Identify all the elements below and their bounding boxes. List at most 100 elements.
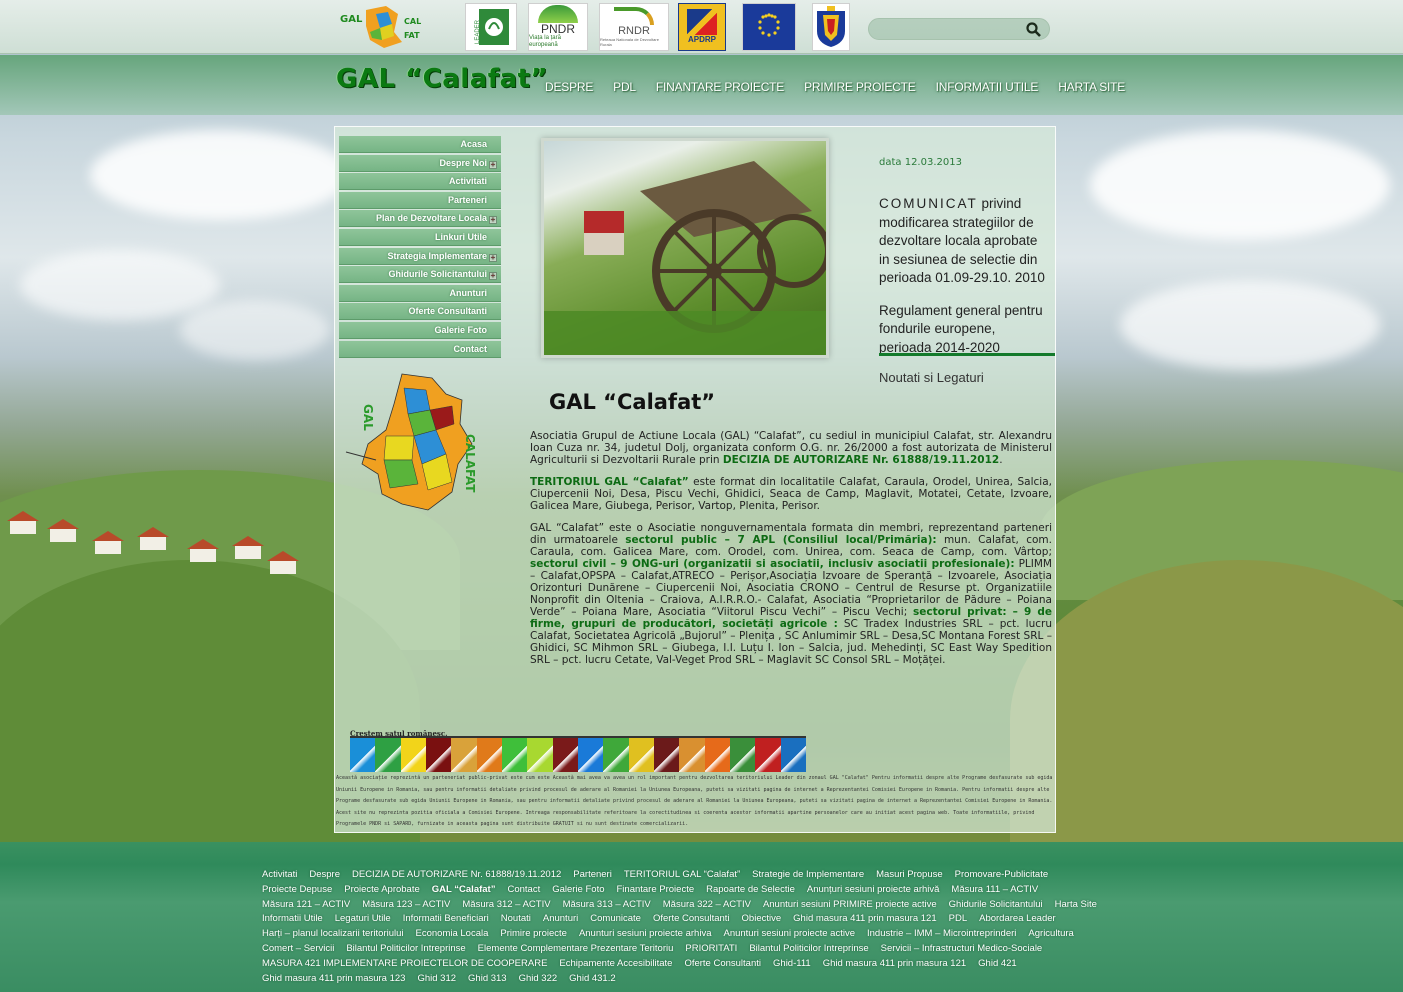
footer-link[interactable]: Noutati xyxy=(501,912,531,927)
footer-link[interactable]: Elemente Complementare Prezentare Terito… xyxy=(478,942,674,957)
footer-link[interactable]: Informatii Beneficiari xyxy=(403,912,489,927)
rndr-logo[interactable]: RNDR Reteaua Nationala de Dezvoltare Rur… xyxy=(599,3,669,51)
footer-link[interactable]: Activitati xyxy=(262,868,297,883)
sidebar-item-plan-dezvoltare[interactable]: Plan de Dezvoltare Locala + xyxy=(339,210,501,228)
footer-link[interactable]: Comunicate xyxy=(590,912,641,927)
footer-link[interactable]: Ghid 313 xyxy=(468,972,507,987)
nav-harta-site[interactable]: HARTA SITE xyxy=(1058,80,1125,94)
footer-link[interactable]: Măsura 123 – ACTIV xyxy=(362,898,450,913)
decision-link[interactable]: DECIZIA DE AUTORIZARE Nr. 61888/19.11.20… xyxy=(723,454,999,466)
footer-link[interactable]: Oferte Consultanti xyxy=(684,957,761,972)
footer-link[interactable]: Industrie – IMM – Microintreprinderi xyxy=(867,927,1016,942)
sidebar-item-activitati[interactable]: Activitati xyxy=(339,173,501,191)
footer-link[interactable]: TERITORIUL GAL “Calafat” xyxy=(624,868,740,883)
apdrp-logo[interactable]: APDRP xyxy=(678,3,726,51)
footer-link[interactable]: Anunturi sesiuni PRIMIRE proiecte active xyxy=(763,898,937,913)
sidebar-item-despre-noi[interactable]: Despre Noi + xyxy=(339,154,501,172)
nav-pdl[interactable]: PDL xyxy=(613,80,636,94)
footer-link[interactable]: Măsura 313 – ACTIV xyxy=(563,898,651,913)
footer-link[interactable]: Comert – Servicii xyxy=(262,942,334,957)
footer-link[interactable]: Legaturi Utile xyxy=(335,912,391,927)
footer-link[interactable]: Măsura 121 – ACTIV xyxy=(262,898,350,913)
sidebar-item-ghidurile[interactable]: Ghidurile Solicitantului + xyxy=(339,266,501,284)
eu-flag-logo[interactable] xyxy=(742,3,796,51)
footer-link[interactable]: Ghid 421 xyxy=(978,957,1017,972)
nav-primire-proiecte[interactable]: PRIMIRE PROIECTE xyxy=(804,80,916,94)
expand-icon[interactable]: + xyxy=(489,253,497,262)
expand-icon[interactable]: + xyxy=(489,216,497,225)
footer-link[interactable]: DECIZIA DE AUTORIZARE Nr. 61888/19.11.20… xyxy=(352,868,561,883)
news-links-label[interactable]: Noutati si Legaturi xyxy=(879,370,984,385)
footer-link[interactable]: Măsura 312 – ACTIV xyxy=(462,898,550,913)
news-item-regulament[interactable]: Regulament general pentru fondurile euro… xyxy=(879,302,1051,358)
footer-link[interactable]: Obiective xyxy=(742,912,782,927)
territory-link[interactable]: TERITORIUL GAL “Calafat” xyxy=(530,476,689,488)
footer-link[interactable]: Ghid-111 xyxy=(773,957,811,972)
expand-icon[interactable]: + xyxy=(489,272,497,281)
footer-link[interactable]: Galerie Foto xyxy=(552,883,604,898)
search-icon[interactable] xyxy=(1025,21,1043,39)
footer-link[interactable]: Măsura 111 – ACTIV xyxy=(951,883,1038,898)
banner-tile-icon xyxy=(603,738,629,772)
footer-link[interactable]: Promovare-Publicitate xyxy=(955,868,1048,883)
footer-link[interactable]: Anunturi xyxy=(543,912,578,927)
footer-link[interactable]: Măsura 322 – ACTIV xyxy=(663,898,751,913)
footer-link[interactable]: Proiecte Aprobate xyxy=(344,883,420,898)
gal-calafat-logo-icon[interactable]: GAL CAL FAT xyxy=(336,2,432,52)
nav-informatii-utile[interactable]: INFORMATII UTILE xyxy=(936,80,1039,94)
footer-link[interactable]: Harți – planul localizarii teritoriului xyxy=(262,927,404,942)
sidebar-item-oferte[interactable]: Oferte Consultanti xyxy=(339,303,501,321)
footer-link[interactable]: Bilantul Politicilor Intreprinse xyxy=(346,942,465,957)
footer-link[interactable]: Anunturi sesiuni proiecte arhiva xyxy=(579,927,712,942)
expand-icon[interactable]: + xyxy=(489,160,497,169)
footer-link[interactable]: Strategie de Implementare xyxy=(752,868,864,883)
sidebar-item-anunturi[interactable]: Anunturi xyxy=(339,284,501,302)
nav-finantare-proiecte[interactable]: FINANTARE PROIECTE xyxy=(656,80,784,94)
footer-link[interactable]: Servicii – Infrastructuri Medico-Sociale xyxy=(881,942,1043,957)
search-input[interactable] xyxy=(879,22,1019,37)
footer-link[interactable]: Anunturi sesiuni proiecte active xyxy=(723,927,855,942)
sidebar-item-acasa[interactable]: Acasa xyxy=(339,136,501,153)
site-title[interactable]: GAL “Calafat” xyxy=(336,64,548,94)
footer-link[interactable]: Ghid masura 411 prin masura 121 xyxy=(823,957,966,972)
footer-link[interactable]: Primire proiecte xyxy=(500,927,567,942)
footer-link[interactable]: Economia Locala xyxy=(416,927,489,942)
footer-link[interactable]: Finantare Proiecte xyxy=(617,883,695,898)
footer-link[interactable]: Ghid 431.2 xyxy=(569,972,615,987)
sidebar-item-linkuri-utile[interactable]: Linkuri Utile xyxy=(339,228,501,246)
footer-link[interactable]: Anunțuri sesiuni proiecte arhivă xyxy=(807,883,940,898)
banner-tile-icon xyxy=(501,738,528,772)
footer-link[interactable]: Abordarea Leader xyxy=(979,912,1056,927)
footer-link[interactable]: MASURA 421 IMPLEMENTARE PROIECTELOR DE C… xyxy=(262,957,547,972)
footer-link[interactable]: Rapoarte de Selectie xyxy=(706,883,795,898)
nav-despre[interactable]: DESPRE xyxy=(545,80,593,94)
footer-link[interactable]: Ghid masura 411 prin masura 121 xyxy=(793,912,936,927)
footer-link[interactable]: Despre xyxy=(309,868,340,883)
footer-link[interactable]: Ghidurile Solicitantului xyxy=(949,898,1043,913)
footer-link[interactable]: Contact xyxy=(507,883,540,898)
footer-link[interactable]: GAL “Calafat” xyxy=(432,883,496,898)
footer-link[interactable]: Ghid 312 xyxy=(417,972,456,987)
sidebar-item-strategia[interactable]: Strategia Implementare + xyxy=(339,247,501,265)
crestem-satul-banner[interactable] xyxy=(350,736,806,772)
footer-link[interactable]: Proiecte Depuse xyxy=(262,883,332,898)
footer-link[interactable]: Bilantul Politicilor Intreprinse xyxy=(749,942,868,957)
sidebar-item-parteneri[interactable]: Parteneri xyxy=(339,191,501,209)
news-item-comunicat[interactable]: COMUNICAT privind modificarea strategiil… xyxy=(879,195,1051,288)
footer-link[interactable]: Agricultura xyxy=(1028,927,1073,942)
footer-link[interactable]: Harta Site xyxy=(1055,898,1097,913)
footer-link[interactable]: Ghid masura 411 prin masura 123 xyxy=(262,972,405,987)
leader-logo[interactable]: LEADER xyxy=(465,3,517,51)
footer-link[interactable]: Ghid 322 xyxy=(519,972,558,987)
sidebar-item-galerie[interactable]: Galerie Foto xyxy=(339,321,501,339)
footer-link[interactable]: PDL xyxy=(949,912,967,927)
footer-link[interactable]: Oferte Consultanti xyxy=(653,912,730,927)
footer-link[interactable]: Masuri Propuse xyxy=(876,868,943,883)
sidebar-item-contact[interactable]: Contact xyxy=(339,340,501,358)
pndr-logo[interactable]: PNDR Viața la țară europeană xyxy=(528,3,588,51)
footer-link[interactable]: PRIORITATI xyxy=(685,942,737,957)
romania-arms-logo[interactable] xyxy=(812,3,850,51)
footer-link[interactable]: Informatii Utile xyxy=(262,912,323,927)
footer-link[interactable]: Parteneri xyxy=(573,868,612,883)
footer-link[interactable]: Echipamente Accesibilitate xyxy=(559,957,672,972)
